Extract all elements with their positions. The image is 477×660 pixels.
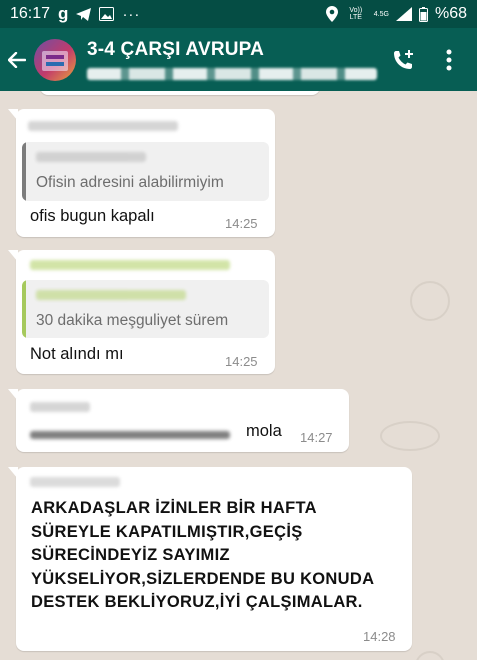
message-time: 14:28 xyxy=(363,629,396,644)
message-text: ARKADAŞLAR İZİNLER BİR HAFTA SÜREYLE KAP… xyxy=(31,499,375,611)
network-label: Vo)) LTE xyxy=(349,7,363,21)
quoted-text: Ofisin adresini alabilirmiyim xyxy=(36,174,224,191)
message-time: 14:27 xyxy=(300,430,333,445)
chat-area[interactable]: Ofisin adresini alabilirmiyim ofis bugun… xyxy=(0,91,477,660)
back-arrow-icon xyxy=(8,51,26,68)
g-icon: g xyxy=(58,4,69,23)
quoted-text: 30 dakika meşguliyet sürem xyxy=(36,312,229,329)
sender-name-blurred xyxy=(28,121,178,131)
quote-bar xyxy=(22,142,26,201)
network-speed: 4.5G xyxy=(373,10,389,18)
status-bar: 16:17 g ··· Vo)) LTE 4.5G %68 xyxy=(0,0,477,28)
chat-info[interactable]: 3-4 ÇARŞI AVRUPA xyxy=(87,39,377,80)
wallpaper-doodle xyxy=(415,651,445,660)
location-icon xyxy=(325,6,338,22)
quoted-sender-blurred xyxy=(36,290,186,300)
chat-title: 3-4 ÇARŞI AVRUPA xyxy=(87,39,265,60)
message-bubble-partial xyxy=(40,91,320,95)
back-button[interactable] xyxy=(0,28,34,91)
sender-name-blurred xyxy=(30,260,230,270)
quoted-sender-blurred xyxy=(36,152,146,162)
status-right: Vo)) LTE 4.5G %68 xyxy=(325,5,467,23)
message-bubble[interactable]: 30 dakika meşguliyet sürem Not alındı mı… xyxy=(8,250,275,374)
sender-name-blurred xyxy=(30,477,120,487)
add-call-button[interactable] xyxy=(389,46,417,74)
status-left: 16:17 g ··· xyxy=(10,4,140,24)
battery-icon xyxy=(418,6,428,22)
telegram-icon xyxy=(76,7,92,21)
quoted-message[interactable]: 30 dakika meşguliyet sürem xyxy=(22,280,269,338)
message-text: ofis bugun kapalı xyxy=(30,207,155,225)
signal-icon xyxy=(395,7,412,21)
message-bubble[interactable]: mola 14:27 xyxy=(8,389,349,452)
overflow-menu-button[interactable] xyxy=(435,46,463,74)
sender-name-blurred xyxy=(30,402,90,412)
gallery-icon xyxy=(99,7,115,21)
quote-bar xyxy=(22,280,26,338)
wallpaper-doodle xyxy=(380,421,440,451)
message-text: Not alındı mı xyxy=(30,345,124,363)
quoted-message[interactable]: Ofisin adresini alabilirmiyim xyxy=(22,142,269,201)
message-time: 14:25 xyxy=(225,216,258,231)
redacted-text xyxy=(30,431,230,439)
more-dots-icon: ··· xyxy=(122,5,141,23)
chat-header: 3-4 ÇARŞI AVRUPA xyxy=(0,28,477,91)
overflow-menu-icon xyxy=(446,49,452,70)
battery-percent: %68 xyxy=(434,5,467,22)
message-text: mola xyxy=(246,422,282,440)
participants-blurred xyxy=(87,68,377,80)
status-time: 16:17 xyxy=(10,5,51,22)
group-avatar[interactable] xyxy=(34,38,76,81)
message-bubble[interactable]: Ofisin adresini alabilirmiyim ofis bugun… xyxy=(8,109,275,237)
wallpaper-doodle xyxy=(410,281,450,321)
add-call-icon xyxy=(394,49,413,69)
message-time: 14:25 xyxy=(225,354,258,369)
header-actions xyxy=(389,46,477,74)
message-bubble[interactable]: ARKADAŞLAR İZİNLER BİR HAFTA SÜREYLE KAP… xyxy=(8,467,412,651)
